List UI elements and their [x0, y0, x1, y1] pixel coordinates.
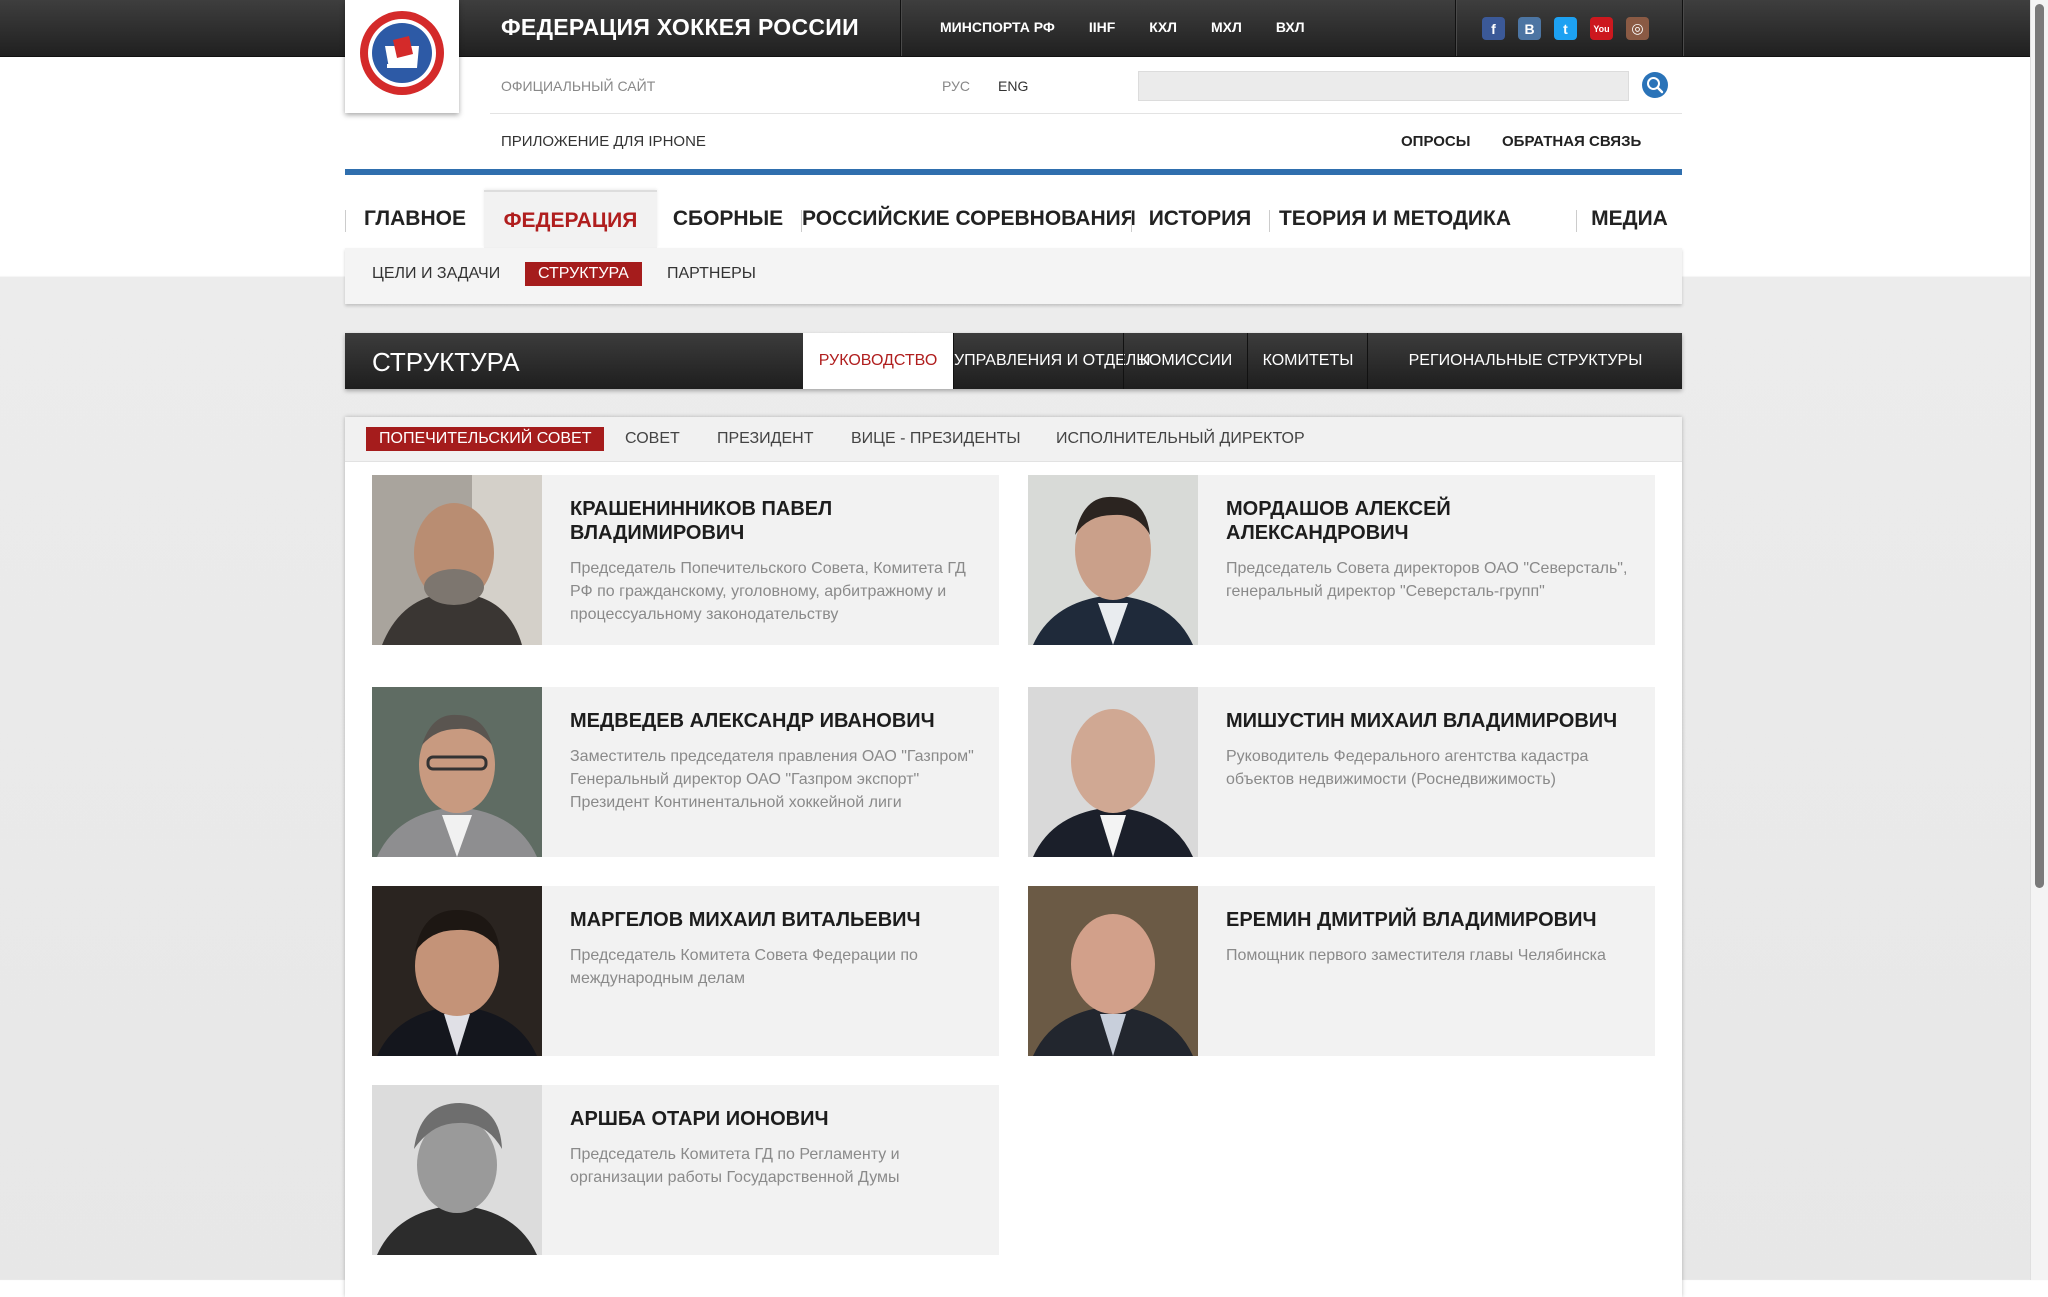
facebook-icon[interactable]: f	[1482, 17, 1505, 40]
member-card[interactable]: ЕРЕМИН ДМИТРИЙ ВЛАДИМИРОВИЧ Помощник пер…	[1028, 886, 1655, 1056]
top-link-minsport[interactable]: МИНСПОРТА РФ	[940, 19, 1055, 35]
panel-tabs: ПОПЕЧИТЕЛЬСКИЙ СОВЕТ СОВЕТ ПРЕЗИДЕНТ ВИЦ…	[345, 417, 1682, 462]
tab-regional[interactable]: РЕГИОНАЛЬНЫЕ СТРУКТУРЫ	[1367, 333, 1683, 389]
polls-link[interactable]: ОПРОСЫ	[1401, 133, 1470, 150]
member-description: Председатель Комитета ГД по Регламенту и…	[570, 1146, 900, 1186]
nav-item-federation[interactable]: ФЕДЕРАЦИЯ	[484, 190, 657, 248]
youtube-icon[interactable]: You	[1590, 17, 1613, 40]
instagram-icon[interactable]: ◎	[1626, 17, 1649, 40]
member-card[interactable]: МИШУСТИН МИХАИЛ ВЛАДИМИРОВИЧ Руководител…	[1028, 687, 1655, 857]
tab-committees[interactable]: КОМИТЕТЫ	[1247, 333, 1368, 389]
tab-vice-presidents[interactable]: ВИЦЕ - ПРЕЗИДЕНТЫ	[851, 430, 1021, 448]
member-card[interactable]: МАРГЕЛОВ МИХАИЛ ВИТАЛЬЕВИЧ Председатель …	[372, 886, 999, 1056]
vkontakte-icon[interactable]: B	[1518, 17, 1541, 40]
member-photo	[372, 1085, 542, 1255]
tab-president[interactable]: ПРЕЗИДЕНТ	[717, 430, 814, 448]
hockey-federation-logo-icon	[360, 11, 444, 95]
top-link-khl[interactable]: КХЛ	[1149, 19, 1177, 35]
top-links: МИНСПОРТА РФ IIHF КХЛ МХЛ ВХЛ	[940, 19, 1339, 35]
site-title[interactable]: ФЕДЕРАЦИЯ ХОККЕЯ РОССИИ	[501, 14, 859, 41]
section-header: СТРУКТУРА РУКОВОДСТВО УПРАВЛЕНИЯ И ОТДЕЛ…	[345, 333, 1682, 389]
member-name: МИШУСТИН МИХАИЛ ВЛАДИМИРОВИЧ	[1226, 710, 1618, 732]
subnav-item-structure[interactable]: СТРУКТУРА	[525, 262, 642, 286]
member-photo	[1028, 886, 1198, 1056]
member-name: МАРГЕЛОВ МИХАИЛ ВИТАЛЬЕВИЧ	[570, 909, 921, 931]
search-button[interactable]	[1642, 72, 1668, 98]
page-scrollbar[interactable]	[2030, 0, 2048, 1280]
nav-item-history[interactable]: ИСТОРИЯ	[1132, 190, 1268, 248]
divider	[1682, 0, 1683, 56]
feedback-link[interactable]: ОБРАТНАЯ СВЯЗЬ	[1502, 133, 1641, 150]
tab-departments[interactable]: УПРАВЛЕНИЯ И ОТДЕЛЫ	[953, 333, 1150, 389]
member-name: МОРДАШОВ АЛЕКСЕЙ АЛЕКСАНДРОВИЧ	[1226, 498, 1451, 544]
tab-commissions[interactable]: КОМИССИИ	[1123, 333, 1248, 389]
search-input[interactable]	[1138, 71, 1629, 101]
nav-item-teams[interactable]: СБОРНЫЕ	[657, 190, 799, 248]
top-link-iihf[interactable]: IIHF	[1089, 19, 1115, 35]
sub-nav: ЦЕЛИ И ЗАДАЧИ СТРУКТУРА ПАРТНЕРЫ	[345, 248, 1682, 304]
member-photo	[1028, 687, 1198, 857]
member-description: Председатель Совета директоров ОАО "Севе…	[1226, 560, 1628, 600]
twitter-icon[interactable]: t	[1554, 17, 1577, 40]
member-card[interactable]: АРШБА ОТАРИ ИОНОВИЧ Председатель Комитет…	[372, 1085, 999, 1255]
tab-leadership[interactable]: РУКОВОДСТВО	[803, 333, 953, 389]
member-description: Председатель Комитета Совета Федерации п…	[570, 947, 918, 987]
scrollbar-thumb[interactable]	[2035, 4, 2044, 888]
tab-council[interactable]: СОВЕТ	[625, 430, 680, 448]
search-icon	[1647, 77, 1664, 94]
tab-board-of-trustees[interactable]: ПОПЕЧИТЕЛЬСКИЙ СОВЕТ	[366, 427, 605, 451]
social-links: f B t You ◎	[1482, 17, 1649, 40]
section-title: СТРУКТУРА	[372, 347, 520, 377]
nav-item-media[interactable]: МЕДИА	[1577, 190, 1682, 248]
member-description: Председатель Попечительского Совета, Ком…	[570, 560, 966, 623]
divider	[1455, 0, 1456, 56]
member-card[interactable]: КРАШЕНИННИКОВ ПАВЕЛ ВЛАДИМИРОВИЧ Председ…	[372, 475, 999, 645]
member-photo	[372, 886, 542, 1056]
subnav-item-partners[interactable]: ПАРТНЕРЫ	[667, 265, 756, 283]
nav-item-russian-competitions[interactable]: РОССИЙСКИЕ СОРЕВНОВАНИЯ	[802, 190, 1136, 248]
nav-item-home[interactable]: ГЛАВНОЕ	[346, 190, 484, 248]
subnav-item-goals[interactable]: ЦЕЛИ И ЗАДАЧИ	[372, 265, 500, 283]
member-description: Руководитель Федерального агентства када…	[1226, 748, 1589, 788]
top-link-vhl[interactable]: ВХЛ	[1276, 19, 1305, 35]
main-nav: ГЛАВНОЕ ФЕДЕРАЦИЯ СБОРНЫЕ РОССИЙСКИЕ СОР…	[345, 190, 1682, 248]
top-link-mhl[interactable]: МХЛ	[1211, 19, 1242, 35]
member-card[interactable]: МЕДВЕДЕВ АЛЕКСАНДР ИВАНОВИЧ Заместитель …	[372, 687, 999, 857]
divider	[900, 0, 901, 56]
member-name: ЕРЕМИН ДМИТРИЙ ВЛАДИМИРОВИЧ	[1226, 909, 1597, 931]
lang-ru-link[interactable]: РУС	[942, 78, 970, 94]
member-name: АРШБА ОТАРИ ИОНОВИЧ	[570, 1108, 829, 1130]
tab-executive-director[interactable]: ИСПОЛНИТЕЛЬНЫЙ ДИРЕКТОР	[1056, 430, 1305, 448]
top-bar: ФЕДЕРАЦИЯ ХОККЕЯ РОССИИ МИНСПОРТА РФ IIH…	[0, 0, 2030, 57]
member-photo	[372, 475, 542, 645]
member-card[interactable]: МОРДАШОВ АЛЕКСЕЙ АЛЕКСАНДРОВИЧ Председат…	[1028, 475, 1655, 645]
member-name: МЕДВЕДЕВ АЛЕКСАНДР ИВАНОВИЧ	[570, 710, 935, 732]
leadership-panel: ПОПЕЧИТЕЛЬСКИЙ СОВЕТ СОВЕТ ПРЕЗИДЕНТ ВИЦ…	[345, 417, 1682, 1297]
member-description: Помощник первого заместителя главы Челяб…	[1226, 947, 1606, 964]
lang-en-link[interactable]: ENG	[998, 78, 1028, 94]
official-site-label: ОФИЦИАЛЬНЫЙ САЙТ	[501, 78, 656, 94]
member-photo	[1028, 475, 1198, 645]
header-accent-line	[345, 169, 1682, 175]
nav-item-theory[interactable]: ТЕОРИЯ И МЕТОДИКА	[1270, 190, 1520, 248]
member-name: КРАШЕНИННИКОВ ПАВЕЛ ВЛАДИМИРОВИЧ	[570, 498, 833, 544]
divider	[490, 113, 1682, 114]
logo[interactable]	[345, 0, 459, 113]
iphone-app-link[interactable]: ПРИЛОЖЕНИЕ ДЛЯ IPHONE	[501, 133, 706, 150]
member-description: Заместитель председателя правления ОАО "…	[570, 748, 974, 811]
member-photo	[372, 687, 542, 857]
